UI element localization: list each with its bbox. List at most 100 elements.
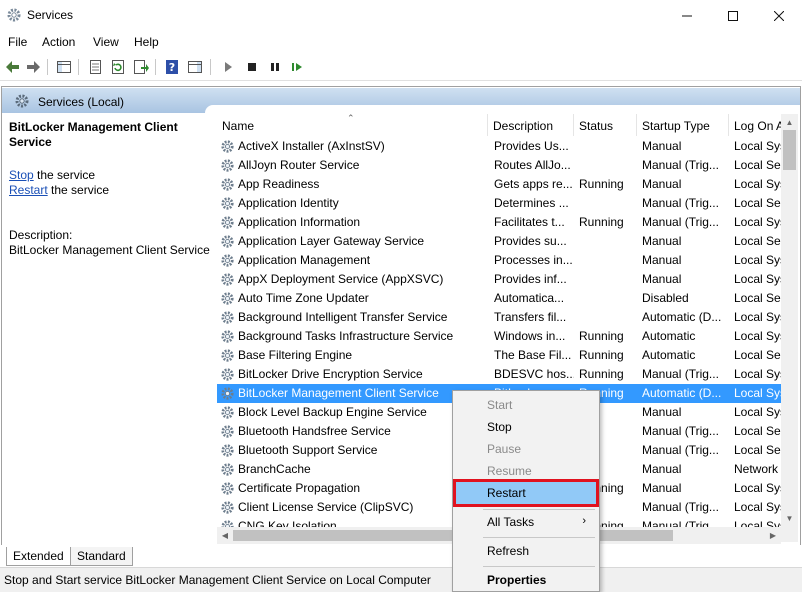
context-menu-restart[interactable]: Restart xyxy=(453,479,599,507)
service-description: Processes in... xyxy=(494,253,573,267)
service-gear-icon xyxy=(221,349,234,362)
menu-view[interactable]: View xyxy=(93,35,119,49)
back-button[interactable] xyxy=(3,57,23,77)
service-startup-type: Manual (Trig... xyxy=(642,500,719,514)
service-gear-icon xyxy=(221,482,234,495)
service-row[interactable]: AllJoyn Router Service Routes AllJo... Man… xyxy=(217,156,781,175)
service-log-on-as: Local Syste xyxy=(734,177,781,191)
service-row[interactable]: Background Tasks Infrastructure Service W… xyxy=(217,327,781,346)
scroll-right-icon[interactable]: ▶ xyxy=(765,527,781,544)
pause-service-button[interactable] xyxy=(265,57,285,77)
service-startup-type: Automatic xyxy=(642,329,696,343)
column-header-startup-type[interactable]: Startup Type xyxy=(637,114,729,136)
service-name: Auto Time Zone Updater xyxy=(238,291,369,305)
context-menu-resume[interactable]: Resume xyxy=(456,460,596,482)
start-service-button[interactable] xyxy=(218,57,238,77)
service-row[interactable]: Application Management Processes in... Man… xyxy=(217,251,781,270)
context-menu-start[interactable]: Start xyxy=(456,394,596,416)
show-hide-action-pane-button[interactable] xyxy=(185,57,205,77)
service-name: BitLocker Management Client Service xyxy=(238,386,439,400)
service-gear-icon xyxy=(221,387,234,400)
service-description: Facilitates t... xyxy=(494,215,565,229)
service-name: Block Level Backup Engine Service xyxy=(238,405,427,419)
restart-service-link[interactable]: Restart xyxy=(9,183,48,197)
service-description: Determines ... xyxy=(494,196,569,210)
service-description: Gets apps re... xyxy=(494,177,573,191)
context-menu-separator xyxy=(483,537,595,538)
column-header-description[interactable]: Description xyxy=(488,114,574,136)
description-text: BitLocker Management Client Service xyxy=(9,243,210,257)
service-row[interactable]: Application Information Facilitates t... R… xyxy=(217,213,781,232)
service-startup-type: Manual xyxy=(642,462,682,476)
resume-service-button[interactable] xyxy=(287,57,307,77)
service-startup-type: Manual (Trig... xyxy=(642,215,719,229)
service-row[interactable]: BitLocker Drive Encryption Service BDESVC… xyxy=(217,365,781,384)
forward-button[interactable] xyxy=(23,57,43,77)
scroll-up-icon[interactable]: ▲ xyxy=(781,114,798,130)
pause-service-icon xyxy=(271,63,279,71)
service-name: AllJoyn Router Service xyxy=(238,158,360,172)
close-button[interactable] xyxy=(756,0,802,31)
menu-help[interactable]: Help xyxy=(134,35,159,49)
service-log-on-as: Local Servi xyxy=(734,424,781,438)
service-row[interactable]: Background Intelligent Transfer Service T… xyxy=(217,308,781,327)
refresh-icon xyxy=(112,60,124,74)
service-description: Provides inf... xyxy=(494,272,567,286)
context-menu-all-tasks[interactable]: All Tasks › xyxy=(456,511,596,533)
service-log-on-as: Network S xyxy=(734,462,781,476)
service-startup-type: Manual xyxy=(642,253,682,267)
service-row[interactable]: Auto Time Zone Updater Automatica... Disab… xyxy=(217,289,781,308)
help-button[interactable]: ? xyxy=(162,57,182,77)
minimize-icon xyxy=(682,15,692,16)
service-gear-icon xyxy=(221,406,234,419)
column-header-status[interactable]: Status xyxy=(574,114,637,136)
service-log-on-as: Local Syste xyxy=(734,405,781,419)
service-row[interactable]: Base Filtering Engine The Base Fil... Runn… xyxy=(217,346,781,365)
service-row[interactable]: App Readiness Gets apps re... Running Manua… xyxy=(217,175,781,194)
service-status: Running xyxy=(579,177,624,191)
stop-service-link[interactable]: Stop xyxy=(9,168,34,182)
forward-icon xyxy=(27,61,40,73)
service-log-on-as: Local Servi xyxy=(734,443,781,457)
service-gear-icon xyxy=(221,197,234,210)
status-text: Stop and Start service BitLocker Managem… xyxy=(4,573,431,587)
scroll-down-icon[interactable]: ▼ xyxy=(781,510,798,526)
service-gear-icon xyxy=(221,273,234,286)
service-row[interactable]: ActiveX Installer (AxInstSV) Provides Us.… xyxy=(217,137,781,156)
tab-extended[interactable]: Extended xyxy=(6,547,71,566)
context-menu-properties[interactable]: Properties xyxy=(456,569,596,591)
svg-text:?: ? xyxy=(169,61,175,74)
service-row[interactable]: AppX Deployment Service (AppXSVC) Provide… xyxy=(217,270,781,289)
service-row[interactable]: Application Identity Determines ... Manual… xyxy=(217,194,781,213)
show-hide-console-tree-button[interactable] xyxy=(54,57,74,77)
service-log-on-as: Local Servi xyxy=(734,196,781,210)
export-list-button[interactable] xyxy=(131,57,151,77)
service-row[interactable]: Application Layer Gateway Service Provide… xyxy=(217,232,781,251)
service-name: Bluetooth Handsfree Service xyxy=(238,424,391,438)
service-startup-type: Automatic xyxy=(642,348,696,362)
context-menu-pause[interactable]: Pause xyxy=(456,438,596,460)
service-log-on-as: Local Servi xyxy=(734,234,781,248)
service-description: Routes AllJo... xyxy=(494,158,571,172)
vertical-scrollbar[interactable]: ▲ ▼ xyxy=(781,114,798,542)
refresh-button[interactable] xyxy=(108,57,128,77)
column-header-log-on-as[interactable]: Log On As xyxy=(729,114,781,136)
minimize-button[interactable] xyxy=(664,0,710,31)
properties-button[interactable] xyxy=(85,57,105,77)
context-menu-stop[interactable]: Stop xyxy=(456,416,596,438)
submenu-arrow-icon: › xyxy=(582,515,586,527)
vertical-scroll-thumb[interactable] xyxy=(783,130,796,170)
context-menu-refresh[interactable]: Refresh xyxy=(456,540,596,562)
stop-service-button[interactable] xyxy=(242,57,262,77)
panel-title: Services (Local) xyxy=(38,95,125,109)
service-gear-icon xyxy=(221,178,234,191)
tab-standard[interactable]: Standard xyxy=(70,547,133,566)
service-log-on-as: Local Syste xyxy=(734,272,781,286)
maximize-button[interactable] xyxy=(710,0,756,31)
service-log-on-as: Local Syste xyxy=(734,310,781,324)
menu-file[interactable]: File xyxy=(8,35,27,49)
scroll-left-icon[interactable]: ◀ xyxy=(217,527,233,544)
menu-action[interactable]: Action xyxy=(42,35,75,49)
service-log-on-as: Local Syste xyxy=(734,481,781,495)
service-gear-icon xyxy=(221,444,234,457)
